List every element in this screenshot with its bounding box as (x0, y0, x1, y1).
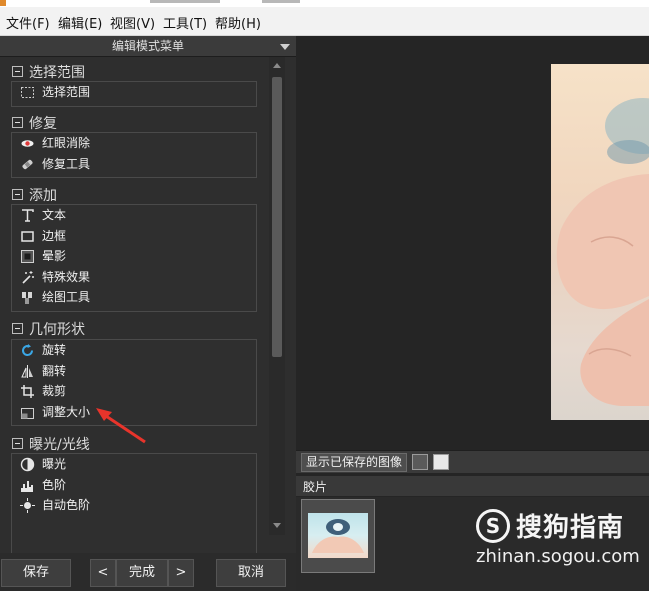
selection-icon (21, 87, 34, 98)
dropdown-arrow-icon[interactable] (280, 44, 290, 50)
image-toolbar: 显示已保存的图像 (296, 450, 649, 473)
tool-rotate[interactable]: 旋转 (12, 340, 256, 361)
filmstrip-label: 胶片 (303, 480, 328, 494)
preview-photo (551, 64, 649, 420)
auto-levels-icon (20, 498, 35, 513)
collapse-icon[interactable] (12, 322, 23, 334)
tool-list: 选择范围 选择范围 修复 红眼消除 修复工具 添加 文本 边框 晕影 特殊效果 … (0, 57, 268, 553)
sogou-logo-icon: S (476, 509, 510, 543)
tool-special-effects[interactable]: 特殊效果 (12, 267, 256, 288)
collapse-icon[interactable] (12, 116, 23, 128)
tool-repair[interactable]: 修复工具 (12, 154, 256, 175)
app-icon (0, 0, 6, 6)
cancel-button[interactable]: 取消 (216, 559, 286, 587)
section-select-box: 选择范围 (11, 81, 257, 107)
drawing-tools-icon (22, 292, 32, 304)
tool-levels[interactable]: 色阶 (12, 475, 256, 496)
scroll-down-icon[interactable] (273, 523, 281, 528)
section-repair-title[interactable]: 修复 (12, 113, 57, 133)
levels-icon (21, 480, 33, 492)
collapse-icon[interactable] (12, 188, 23, 200)
tool-exposure[interactable]: 曝光 (12, 454, 256, 475)
section-exposure-box: 曝光 色阶 自动色阶 (11, 453, 257, 553)
panel-header[interactable]: 编辑模式菜单 (0, 36, 296, 57)
exposure-icon (20, 457, 35, 472)
text-icon (22, 209, 34, 222)
panel-title: 编辑模式菜单 (111, 39, 184, 53)
tool-vignette[interactable]: 晕影 (12, 246, 256, 267)
tool-drawing[interactable]: 绘图工具 (12, 287, 256, 308)
collapse-icon[interactable] (12, 65, 23, 77)
tool-flip[interactable]: 翻转 (12, 361, 256, 382)
sogou-watermark: S 搜狗指南 zhinan.sogou.com (476, 507, 646, 567)
tool-crop[interactable]: 裁剪 (12, 381, 256, 402)
magic-wand-icon (22, 270, 34, 284)
save-button[interactable]: 保存 (1, 559, 71, 587)
tool-red-eye[interactable]: 红眼消除 (12, 133, 256, 154)
tool-auto-levels[interactable]: 自动色阶 (12, 495, 256, 516)
compare-icon[interactable] (433, 454, 449, 470)
window-title-strip (0, 0, 649, 7)
crop-icon (21, 385, 34, 398)
prev-button[interactable]: < (90, 559, 116, 587)
done-button[interactable]: 完成 (116, 559, 168, 587)
menu-edit[interactable]: 编辑(E) (58, 13, 102, 32)
vignette-icon (21, 250, 34, 263)
fit-screen-icon[interactable] (412, 454, 428, 470)
edit-mode-panel: 编辑模式菜单 选择范围 选择范围 修复 红眼消除 修复工具 添加 文本 边框 晕… (0, 36, 296, 553)
section-exposure-title[interactable]: 曝光/光线 (12, 434, 90, 454)
watermark-url: zhinan.sogou.com (476, 546, 640, 567)
bandage-icon (22, 159, 33, 169)
resize-icon (21, 407, 34, 419)
annotation-arrow-icon (96, 408, 146, 444)
menu-view[interactable]: 视图(V) (110, 13, 155, 32)
collapse-icon[interactable] (12, 437, 23, 449)
tool-border[interactable]: 边框 (12, 226, 256, 247)
flip-icon (21, 364, 33, 378)
tool-select-range[interactable]: 选择范围 (12, 82, 256, 103)
panel-scrollbar[interactable] (269, 57, 285, 535)
title-fragment (262, 0, 300, 3)
menu-file[interactable]: 文件(F) (6, 13, 50, 32)
border-icon (21, 230, 34, 242)
section-add-box: 文本 边框 晕影 特殊效果 绘图工具 (11, 204, 257, 312)
show-saved-image-button[interactable]: 显示已保存的图像 (301, 453, 408, 472)
menu-bar: 文件(F) 编辑(E) 视图(V) 工具(T) 帮助(H) (0, 7, 649, 36)
menu-help[interactable]: 帮助(H) (215, 13, 261, 32)
filmstrip-thumbnail[interactable] (301, 499, 375, 573)
hand-photo-graphic (556, 98, 649, 406)
tool-text[interactable]: 文本 (12, 205, 256, 226)
scroll-up-icon[interactable] (273, 63, 281, 68)
section-select-title[interactable]: 选择范围 (12, 62, 85, 82)
rotate-icon (22, 344, 34, 357)
scroll-thumb[interactable] (272, 77, 282, 357)
watermark-brand: 搜狗指南 (516, 513, 625, 543)
next-button[interactable]: > (168, 559, 194, 587)
section-repair-box: 红眼消除 修复工具 (11, 132, 257, 178)
filmstrip-header: 胶片 (296, 476, 649, 496)
title-fragment (150, 0, 220, 3)
menu-tools[interactable]: 工具(T) (163, 13, 207, 32)
section-add-title[interactable]: 添加 (12, 185, 57, 205)
thumbnail-graphic (312, 519, 364, 553)
section-geometry-title[interactable]: 几何形状 (12, 319, 85, 339)
thumbnail-image (308, 513, 368, 558)
red-eye-icon (21, 140, 34, 147)
